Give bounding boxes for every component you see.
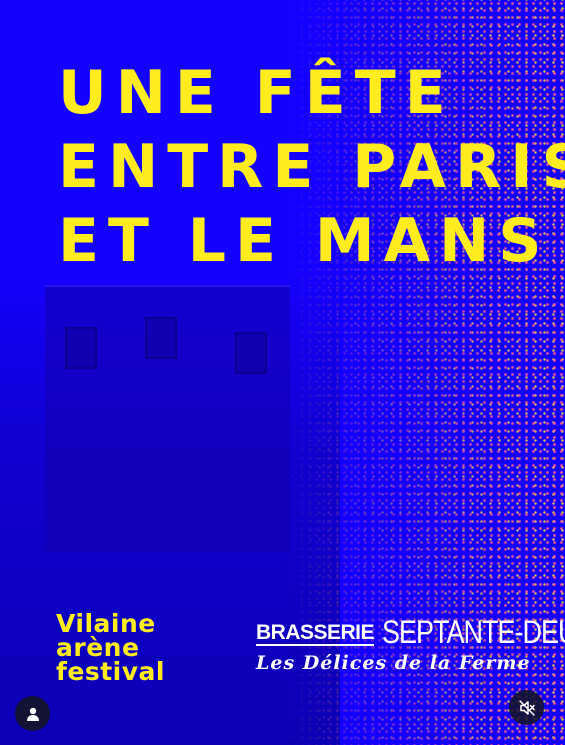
delices-de-la-ferme-label: Les Délices de la Ferme (256, 652, 531, 674)
mute-toggle-button[interactable] (509, 690, 544, 725)
headline: UNE FÊTE ENTRE PARIS ET LE MANS (58, 56, 565, 278)
brasserie-label: BRASSERIE (256, 621, 375, 646)
festival-logo-line: festival (56, 657, 165, 686)
user-icon (26, 707, 39, 721)
building-window (65, 327, 97, 369)
building-shape (45, 285, 290, 552)
festival-logo: Vilaine arène festival (56, 611, 165, 686)
septante-deux-label: SEPTANTE-DEUX (382, 614, 565, 650)
building-window (235, 332, 267, 374)
tagged-users-button[interactable] (15, 696, 50, 731)
sponsor-logo: BRASSERIE SEPTANTE-DEUX Les Délices de l… (256, 614, 565, 674)
speaker-muted-icon (518, 699, 535, 716)
headline-line: UNE FÊTE (58, 58, 455, 128)
headline-line: ENTRE PARIS (58, 132, 565, 202)
brasserie-row: BRASSERIE SEPTANTE-DEUX (256, 614, 565, 650)
headline-line: ET LE MANS (58, 206, 551, 276)
building-window (145, 317, 177, 359)
post-image[interactable]: UNE FÊTE ENTRE PARIS ET LE MANS Vilaine … (0, 0, 565, 745)
